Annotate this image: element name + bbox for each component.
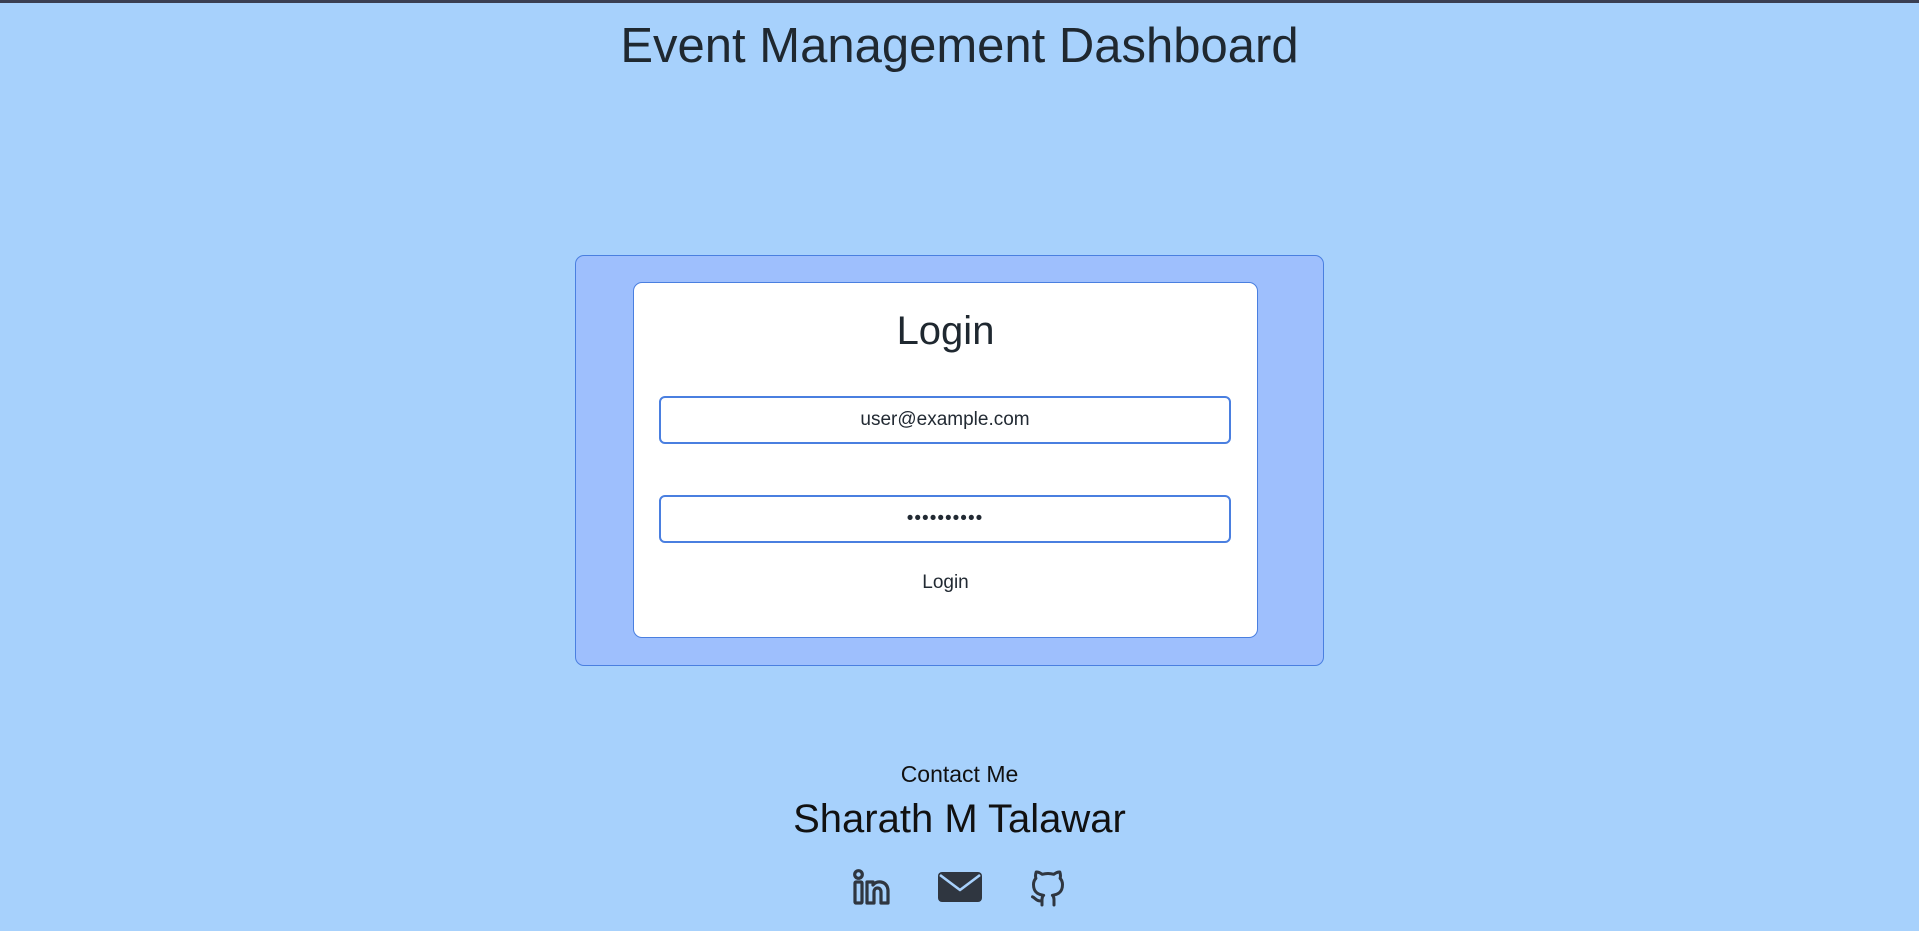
login-button[interactable]: Login	[634, 572, 1257, 594]
login-panel: Login Login	[575, 255, 1324, 666]
password-field[interactable]	[659, 495, 1231, 543]
login-title: Login	[896, 309, 995, 353]
login-card: Login Login	[633, 282, 1258, 638]
linkedin-link[interactable]	[850, 865, 894, 909]
github-icon	[1030, 870, 1064, 907]
linkedin-icon	[852, 869, 890, 905]
github-link[interactable]	[1026, 865, 1070, 909]
contact-name: Sharath M Talawar	[793, 797, 1126, 841]
page-title: Event Management Dashboard	[620, 19, 1299, 73]
email-field[interactable]	[659, 396, 1231, 444]
email-icon	[937, 872, 982, 902]
email-link[interactable]	[937, 865, 982, 909]
contact-label: Contact Me	[900, 761, 1019, 787]
social-links	[0, 865, 1919, 909]
